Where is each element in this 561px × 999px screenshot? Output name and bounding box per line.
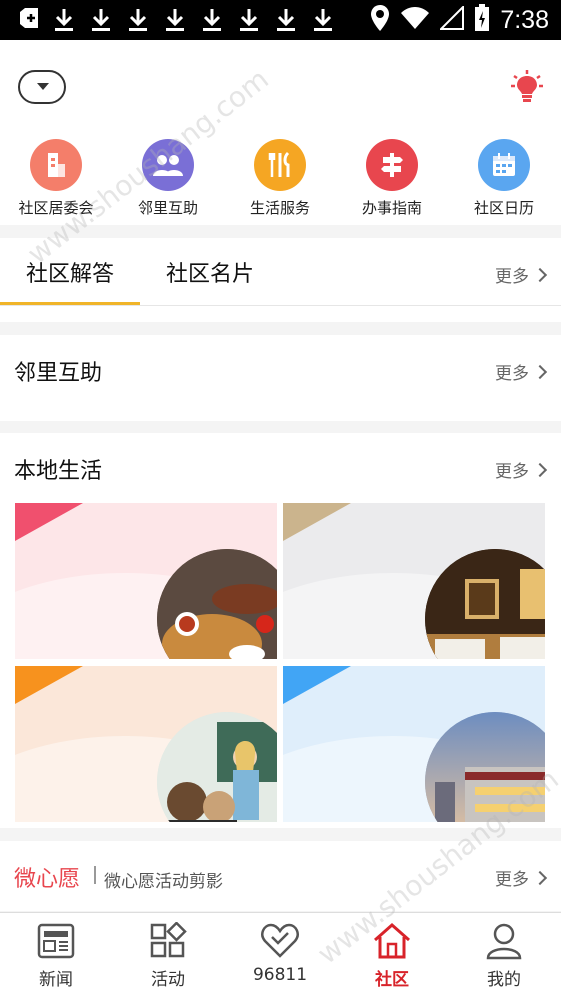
chevron-right-icon bbox=[532, 462, 548, 477]
section-title: 邻里互助 bbox=[14, 361, 103, 386]
divider bbox=[0, 305, 561, 306]
more-link[interactable]: 更多 bbox=[495, 262, 548, 287]
bottom-nav-label: 新闻 bbox=[39, 970, 73, 990]
download-icon bbox=[275, 7, 299, 33]
card-corner bbox=[283, 666, 351, 704]
bottom-nav-community[interactable]: 社区 bbox=[336, 921, 448, 990]
more-label: 更多 bbox=[495, 870, 529, 890]
more-link[interactable]: 更多 bbox=[495, 457, 548, 482]
card-corner bbox=[15, 666, 83, 704]
people-icon bbox=[142, 139, 194, 191]
micro-wish-title: 微心愿 bbox=[14, 867, 81, 892]
quick-nav-label: 生活服务 bbox=[249, 199, 310, 217]
quick-nav-service-guide[interactable]: 办事指南 bbox=[336, 135, 448, 218]
status-time: 7:38 bbox=[500, 5, 549, 34]
location-icon bbox=[370, 4, 390, 36]
card-corner bbox=[15, 503, 83, 541]
battery-icon bbox=[474, 4, 490, 36]
local-card-education[interactable] bbox=[15, 666, 277, 822]
header-bar bbox=[0, 40, 561, 135]
hotel-photo bbox=[425, 549, 545, 659]
bottom-nav-activities[interactable]: 活动 bbox=[112, 921, 224, 990]
download-icon bbox=[201, 7, 225, 33]
micro-wish-subtitle: 微心愿活动剪影 bbox=[104, 872, 223, 892]
quick-nav-label: 办事指南 bbox=[361, 199, 422, 217]
local-card-hotel[interactable] bbox=[283, 503, 545, 659]
quick-nav-label: 邻里互助 bbox=[137, 199, 198, 217]
more-link[interactable]: 更多 bbox=[495, 865, 548, 890]
download-icon bbox=[127, 7, 151, 33]
utensils-icon bbox=[254, 139, 306, 191]
heart-icon bbox=[224, 921, 336, 961]
news-icon bbox=[0, 921, 112, 961]
status-bar: 7:38 bbox=[0, 0, 561, 40]
quick-nav-neighbor-help[interactable]: 邻里互助 bbox=[112, 135, 224, 218]
more-label: 更多 bbox=[495, 462, 529, 482]
quick-nav-label: 社区居委会 bbox=[18, 199, 94, 217]
quick-nav: 社区居委会 邻里互助 生活服务 办事指南 社区日历 bbox=[0, 135, 561, 225]
divider bbox=[94, 866, 96, 884]
download-icon bbox=[53, 7, 77, 33]
bottom-nav-96811[interactable]: 96811 bbox=[224, 921, 336, 985]
calendar-icon bbox=[478, 139, 530, 191]
card-corner bbox=[283, 503, 351, 541]
wifi-icon bbox=[400, 6, 430, 34]
food-photo bbox=[157, 549, 277, 659]
quick-nav-life-services[interactable]: 生活服务 bbox=[224, 135, 336, 218]
caret-down-icon bbox=[37, 83, 49, 90]
shopping-photo bbox=[425, 712, 545, 822]
local-card-shopping[interactable] bbox=[283, 666, 545, 822]
bottom-nav-label: 社区 bbox=[375, 970, 409, 990]
tab-community-answers[interactable]: 社区解答 bbox=[0, 238, 140, 306]
signal-icon bbox=[438, 4, 465, 34]
micro-wish-section: 微心愿 微心愿活动剪影 更多 bbox=[0, 841, 561, 911]
more-link[interactable]: 更多 bbox=[495, 359, 548, 384]
qa-section: 社区解答 社区名片 更多 bbox=[0, 238, 561, 322]
chevron-right-icon bbox=[532, 870, 548, 885]
bottom-nav-label: 96811 bbox=[252, 965, 308, 985]
neighbor-help-section: 邻里互助 更多 bbox=[0, 335, 561, 421]
location-dropdown[interactable] bbox=[18, 70, 66, 104]
bottom-nav-profile[interactable]: 我的 bbox=[448, 921, 560, 990]
bottom-nav-news[interactable]: 新闻 bbox=[0, 921, 112, 990]
tab-community-cards[interactable]: 社区名片 bbox=[140, 238, 280, 306]
download-icon bbox=[90, 7, 114, 33]
bottom-nav-label: 活动 bbox=[151, 970, 185, 990]
apps-icon bbox=[112, 921, 224, 961]
download-icon bbox=[164, 7, 188, 33]
building-icon bbox=[30, 139, 82, 191]
signpost-icon bbox=[366, 139, 418, 191]
quick-nav-label: 社区日历 bbox=[473, 199, 534, 217]
bottom-nav: 新闻 活动 96811 社区 我的 bbox=[0, 912, 561, 999]
bottom-nav-label: 我的 bbox=[487, 970, 521, 990]
more-label: 更多 bbox=[495, 267, 529, 287]
notification-icon bbox=[18, 8, 40, 32]
chevron-right-icon bbox=[532, 364, 548, 379]
education-photo bbox=[157, 712, 277, 822]
section-title: 本地生活 bbox=[14, 459, 103, 484]
local-card-food[interactable] bbox=[15, 503, 277, 659]
download-icon bbox=[312, 7, 336, 33]
local-life-section: 本地生活 更多 bbox=[0, 433, 561, 828]
home-icon bbox=[336, 921, 448, 961]
quick-nav-neighborhood-committee[interactable]: 社区居委会 bbox=[0, 135, 112, 218]
quick-nav-community-calendar[interactable]: 社区日历 bbox=[448, 135, 560, 218]
profile-icon bbox=[448, 921, 560, 961]
chevron-right-icon bbox=[532, 267, 548, 282]
download-icon bbox=[238, 7, 262, 33]
lightbulb-icon[interactable] bbox=[509, 68, 545, 108]
more-label: 更多 bbox=[495, 364, 529, 384]
